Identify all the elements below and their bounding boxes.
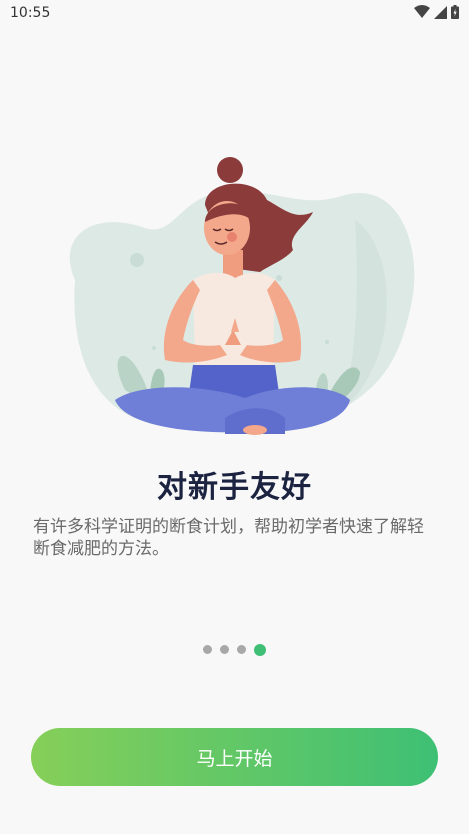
- page-dot: [220, 645, 229, 654]
- page-dot: [203, 645, 212, 654]
- wifi-icon: [414, 5, 430, 18]
- onboarding-title: 对新手友好: [157, 470, 312, 505]
- status-icons: [414, 5, 459, 19]
- meditation-illustration: [55, 150, 420, 440]
- page-dot: [237, 645, 246, 654]
- status-time: 10:55: [10, 5, 51, 21]
- cell-signal-icon: [434, 5, 447, 19]
- page-dot-active: [254, 643, 266, 656]
- battery-icon: [451, 5, 459, 19]
- onboarding-description: 有许多科学证明的断食计划，帮助初学者快速了解轻断食减肥的方法。: [33, 517, 424, 559]
- status-bar: 10:55: [0, 0, 469, 26]
- start-now-button[interactable]: 马上开始: [31, 728, 438, 786]
- page-indicator: [0, 643, 469, 656]
